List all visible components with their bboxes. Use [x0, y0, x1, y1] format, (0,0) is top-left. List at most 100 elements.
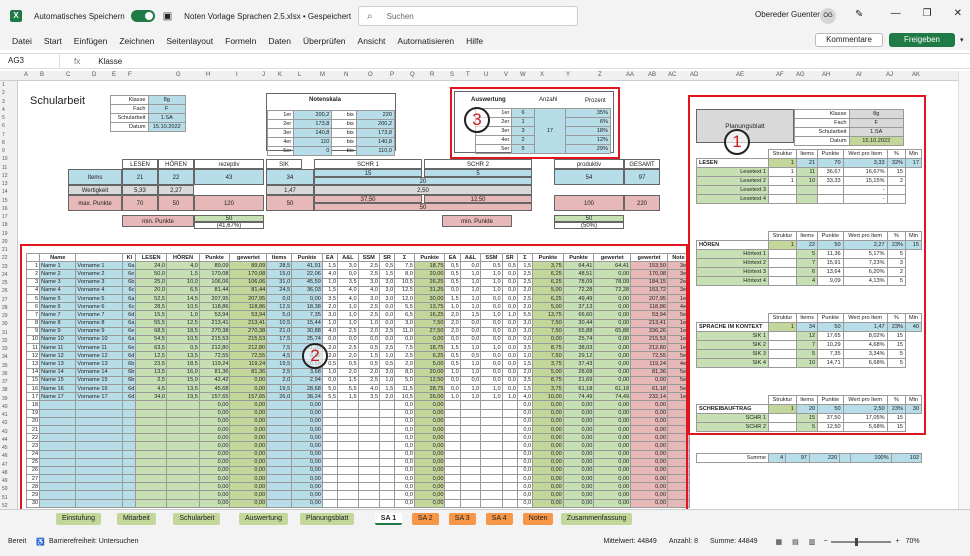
meta-value[interactable]: F	[147, 104, 186, 114]
column-header[interactable]: L	[298, 72, 301, 78]
column-header[interactable]: M	[320, 72, 325, 78]
sheet-tab[interactable]: SA 3	[448, 513, 476, 525]
page-break-icon[interactable]: ▥	[809, 538, 816, 546]
save-icon[interactable]: ▣	[163, 11, 172, 22]
column-header[interactable]: AI	[856, 72, 862, 78]
row-number[interactable]: 50	[2, 486, 8, 492]
menu-item[interactable]: Seitenlayout	[166, 36, 213, 46]
column-header[interactable]: G	[176, 72, 181, 78]
column-header[interactable]: AE	[736, 72, 744, 78]
row-number[interactable]: 43	[2, 429, 8, 435]
row-number[interactable]: 47	[2, 462, 8, 468]
row-number[interactable]: 30	[2, 321, 8, 327]
minimize-icon[interactable]: —	[891, 8, 901, 19]
column-header[interactable]: B	[40, 72, 44, 78]
row-number[interactable]: 42	[2, 420, 8, 426]
sheet-tab[interactable]: Noten	[522, 513, 554, 525]
row-number[interactable]: 7	[2, 132, 5, 138]
row-number[interactable]: 21	[2, 247, 8, 253]
restore-icon[interactable]: ❐	[923, 8, 932, 19]
zoom-in-icon[interactable]: +	[895, 538, 899, 545]
row-number[interactable]: 27	[2, 297, 8, 303]
menu-item[interactable]: Einfügen	[74, 36, 108, 46]
row-number[interactable]: 13	[2, 181, 8, 187]
column-header[interactable]: AH	[822, 72, 830, 78]
comments-button[interactable]: Kommentare	[815, 33, 883, 47]
row-number[interactable]: 20	[2, 239, 8, 245]
row-number[interactable]: 33	[2, 346, 8, 352]
row-number[interactable]: 38	[2, 387, 8, 393]
row-number[interactable]: 5	[2, 115, 5, 121]
column-header[interactable]: Z	[598, 72, 602, 78]
fx-icon[interactable]: fx	[74, 57, 80, 66]
meta-value[interactable]: 8g	[147, 95, 186, 105]
row-number[interactable]: 34	[2, 354, 8, 360]
column-header[interactable]: U	[484, 72, 488, 78]
column-header[interactable]: O	[368, 72, 373, 78]
row-number[interactable]: 35	[2, 363, 8, 369]
row-number[interactable]: 46	[2, 453, 8, 459]
column-header[interactable]: D	[92, 72, 96, 78]
row-number[interactable]: 1	[2, 82, 5, 88]
row-number[interactable]: 18	[2, 222, 8, 228]
column-header[interactable]: T	[466, 72, 470, 78]
column-header[interactable]: R	[430, 72, 434, 78]
share-button[interactable]: Freigeben	[889, 33, 955, 47]
column-header[interactable]: Q	[410, 72, 415, 78]
column-header[interactable]: P	[390, 72, 394, 78]
row-number[interactable]: 44	[2, 437, 8, 443]
column-header[interactable]: AG	[796, 72, 805, 78]
row-number[interactable]: 19	[2, 231, 8, 237]
sheet-tab[interactable]: Einstufung	[56, 513, 102, 525]
avatar[interactable]: OG	[820, 8, 836, 24]
vertical-scrollbar[interactable]	[958, 71, 970, 511]
formula-input[interactable]: Klasse	[98, 57, 122, 66]
row-number[interactable]: 22	[2, 255, 8, 261]
row-number[interactable]: 28	[2, 305, 8, 311]
zoom-level[interactable]: 70%	[906, 538, 920, 545]
close-icon[interactable]: ✕	[954, 8, 962, 19]
row-number[interactable]: 52	[2, 503, 8, 509]
page-layout-icon[interactable]: ▤	[792, 538, 799, 546]
row-number[interactable]: 3	[2, 99, 5, 105]
accessibility-status[interactable]: Barrierefreiheit: Untersuchen	[49, 538, 139, 545]
row-number[interactable]: 41	[2, 412, 8, 418]
search-input[interactable]: ⌕ Suchen	[358, 6, 578, 26]
row-number[interactable]: 24	[2, 272, 8, 278]
row-number[interactable]: 12	[2, 173, 8, 179]
column-header[interactable]: E	[112, 72, 116, 78]
autosave-toggle[interactable]	[130, 10, 155, 22]
sheet-tab[interactable]: Schularbeit	[173, 513, 221, 525]
column-header[interactable]: AF	[776, 72, 784, 78]
zoom-out-icon[interactable]: −	[823, 538, 827, 545]
file-name[interactable]: Noten Vorlage Sprachen 2.5.xlsx • Gespei…	[184, 12, 351, 21]
worksheet[interactable]: Schularbeit Klasse 8g Fach F Schularbeit 1.SA…	[18, 81, 958, 509]
column-header[interactable]: K	[278, 72, 282, 78]
column-header[interactable]: X	[540, 72, 544, 78]
column-header[interactable]: AB	[648, 72, 656, 78]
row-number[interactable]: 26	[2, 288, 8, 294]
column-header[interactable]: C	[66, 72, 70, 78]
zoom-slider-thumb[interactable]	[855, 537, 859, 546]
accessibility-icon[interactable]: ♿	[36, 538, 45, 546]
row-number[interactable]: 15	[2, 198, 8, 204]
row-number[interactable]: 17	[2, 214, 8, 220]
row-number[interactable]: 51	[2, 495, 8, 501]
column-header[interactable]: F	[128, 72, 132, 78]
sheet-tab[interactable]: SA 1	[374, 513, 403, 525]
row-number[interactable]: 10	[2, 156, 8, 162]
row-number[interactable]: 8	[2, 140, 5, 146]
row-number[interactable]: 4	[2, 107, 5, 113]
row-number[interactable]: 9	[2, 148, 5, 154]
row-number[interactable]: 32	[2, 338, 8, 344]
row-number[interactable]: 29	[2, 313, 8, 319]
column-header[interactable]: AD	[690, 72, 698, 78]
column-header[interactable]: I	[236, 72, 238, 78]
meta-value[interactable]: 1.SA	[147, 113, 186, 123]
column-header[interactable]: AA	[626, 72, 634, 78]
row-number[interactable]: 40	[2, 404, 8, 410]
column-header[interactable]: J	[262, 72, 265, 78]
sheet-tab[interactable]: Auswertung	[239, 513, 288, 525]
row-number[interactable]: 39	[2, 396, 8, 402]
sheet-tab[interactable]: SA 2	[411, 513, 439, 525]
